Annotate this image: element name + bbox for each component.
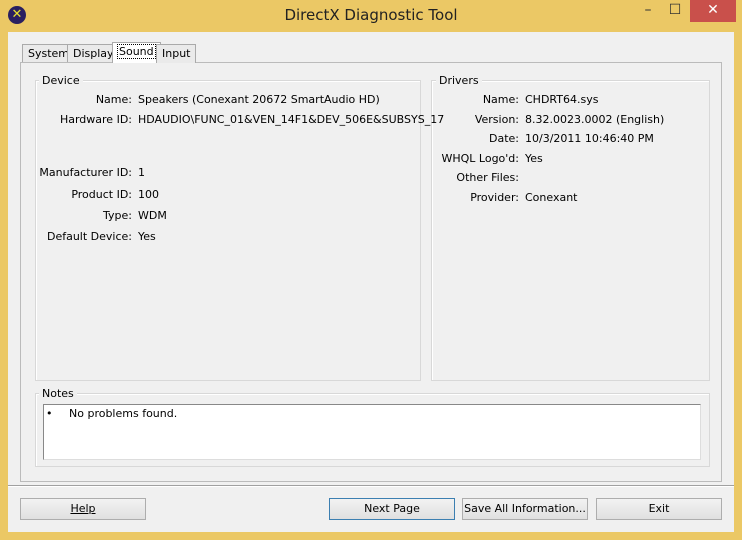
tab-label: Sound <box>117 44 156 59</box>
tab-label: Input <box>162 47 191 60</box>
device-field-value: 100 <box>138 188 159 201</box>
button-label: Save All Information... <box>464 502 586 515</box>
device-field-label: Name: <box>95 93 132 106</box>
drivers-field-label: Date: <box>489 132 519 145</box>
device-field-value: WDM <box>138 209 167 222</box>
save-all-information-button[interactable]: Save All Information... <box>462 498 588 520</box>
device-group-title: Device <box>39 74 83 87</box>
drivers-field-label: Name: <box>482 93 519 106</box>
device-field-value: Speakers (Conexant 20672 SmartAudio HD) <box>138 93 380 106</box>
button-label: Exit <box>648 502 670 515</box>
drivers-field-value: 10/3/2011 10:46:40 PM <box>525 132 654 145</box>
help-button[interactable]: Help <box>20 498 146 520</box>
device-field-value: 1 <box>138 166 145 179</box>
drivers-field-value: Yes <box>525 152 543 165</box>
bullet: • <box>46 407 53 420</box>
next-page-button[interactable]: Next Page <box>329 498 455 520</box>
note-item: No problems found. <box>69 407 178 420</box>
notes-group-title: Notes <box>39 387 77 400</box>
drivers-field-value: CHDRT64.sys <box>525 93 599 106</box>
button-label: Help <box>70 502 96 515</box>
tab-sound[interactable]: Sound <box>112 42 161 63</box>
drivers-field-label: Provider: <box>470 191 519 204</box>
drivers-field-label: Other Files: <box>456 171 519 184</box>
exit-button[interactable]: Exit <box>596 498 722 520</box>
device-field-label: Default Device: <box>46 230 132 243</box>
drivers-field-label: WHQL Logo'd: <box>441 152 519 165</box>
device-field-label: Hardware ID: <box>59 113 132 126</box>
close-button[interactable]: ✕ <box>690 0 736 22</box>
notes-textbox[interactable]: • No problems found. <box>43 404 701 460</box>
button-label: Next Page <box>364 502 420 515</box>
device-field-value: HDAUDIO\FUNC_01&VEN_14F1&DEV_506E&SUBSYS… <box>138 113 445 126</box>
device-field-label: Type: <box>103 209 132 222</box>
maximize-button[interactable]: ☐ <box>660 0 690 22</box>
device-field-label: Manufacturer ID: <box>39 166 132 179</box>
device-field-value: Yes <box>138 230 156 243</box>
separator <box>8 485 734 487</box>
tab-input[interactable]: Input <box>156 44 197 63</box>
drivers-field-value: 8.32.0023.0002 (English) <box>525 113 665 126</box>
drivers-field-value: Conexant <box>525 191 578 204</box>
tab-label: System <box>28 47 70 60</box>
device-field-label: Product ID: <box>71 188 132 201</box>
tab-label: Display <box>73 47 114 60</box>
drivers-field-label: Version: <box>474 113 519 126</box>
drivers-group-title: Drivers <box>436 74 482 87</box>
